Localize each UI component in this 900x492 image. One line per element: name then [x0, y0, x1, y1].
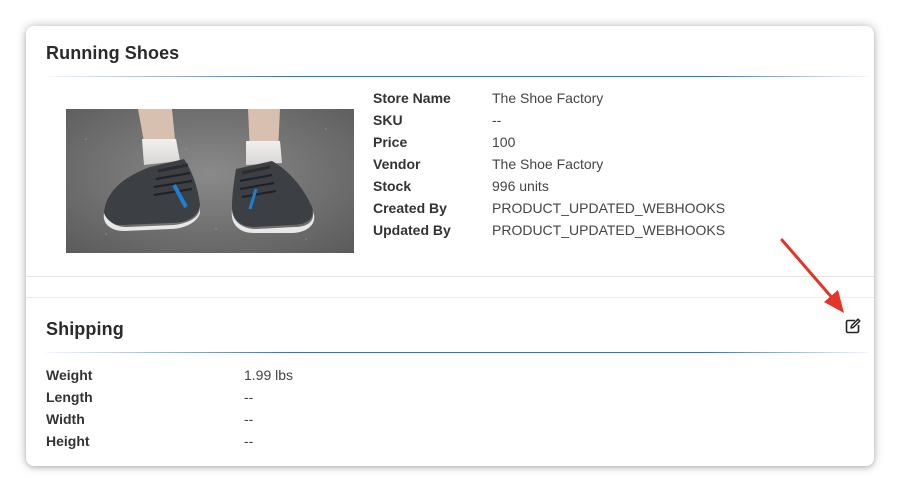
detail-label: Stock: [373, 178, 412, 194]
detail-label: SKU: [373, 112, 403, 128]
title-rule: [46, 76, 868, 77]
detail-label: Created By: [373, 200, 447, 216]
product-card: Running Shoes Store Name The Shoe Factor…: [26, 26, 874, 466]
edit-icon[interactable]: [845, 318, 861, 334]
product-title: Running Shoes: [46, 43, 180, 63]
title-rule: [46, 352, 868, 353]
running-shoes-photo: [66, 109, 354, 253]
detail-value: --: [492, 112, 502, 128]
detail-value: The Shoe Factory: [492, 156, 604, 172]
shipping-title: Shipping: [46, 319, 124, 339]
detail-value: 100: [492, 134, 516, 150]
detail-value: 996 units: [492, 178, 549, 194]
shipping-value: --: [244, 433, 254, 449]
product-image: [66, 109, 354, 253]
shipping-value: --: [244, 389, 254, 405]
section-divider: [26, 297, 874, 298]
shipping-label: Width: [46, 411, 85, 427]
detail-value: The Shoe Factory: [492, 90, 604, 106]
section-divider: [26, 276, 874, 277]
shipping-label: Weight: [46, 367, 93, 383]
detail-value: PRODUCT_UPDATED_WEBHOOKS: [492, 200, 726, 216]
shipping-label: Height: [46, 433, 90, 449]
detail-label: Updated By: [373, 222, 451, 238]
shipping-label: Length: [46, 389, 93, 405]
detail-value: PRODUCT_UPDATED_WEBHOOKS: [492, 222, 726, 238]
detail-label: Vendor: [373, 156, 421, 172]
detail-label: Store Name: [373, 90, 451, 106]
detail-label: Price: [373, 134, 408, 150]
shipping-value: --: [244, 411, 254, 427]
shipping-value: 1.99 lbs: [244, 367, 294, 383]
